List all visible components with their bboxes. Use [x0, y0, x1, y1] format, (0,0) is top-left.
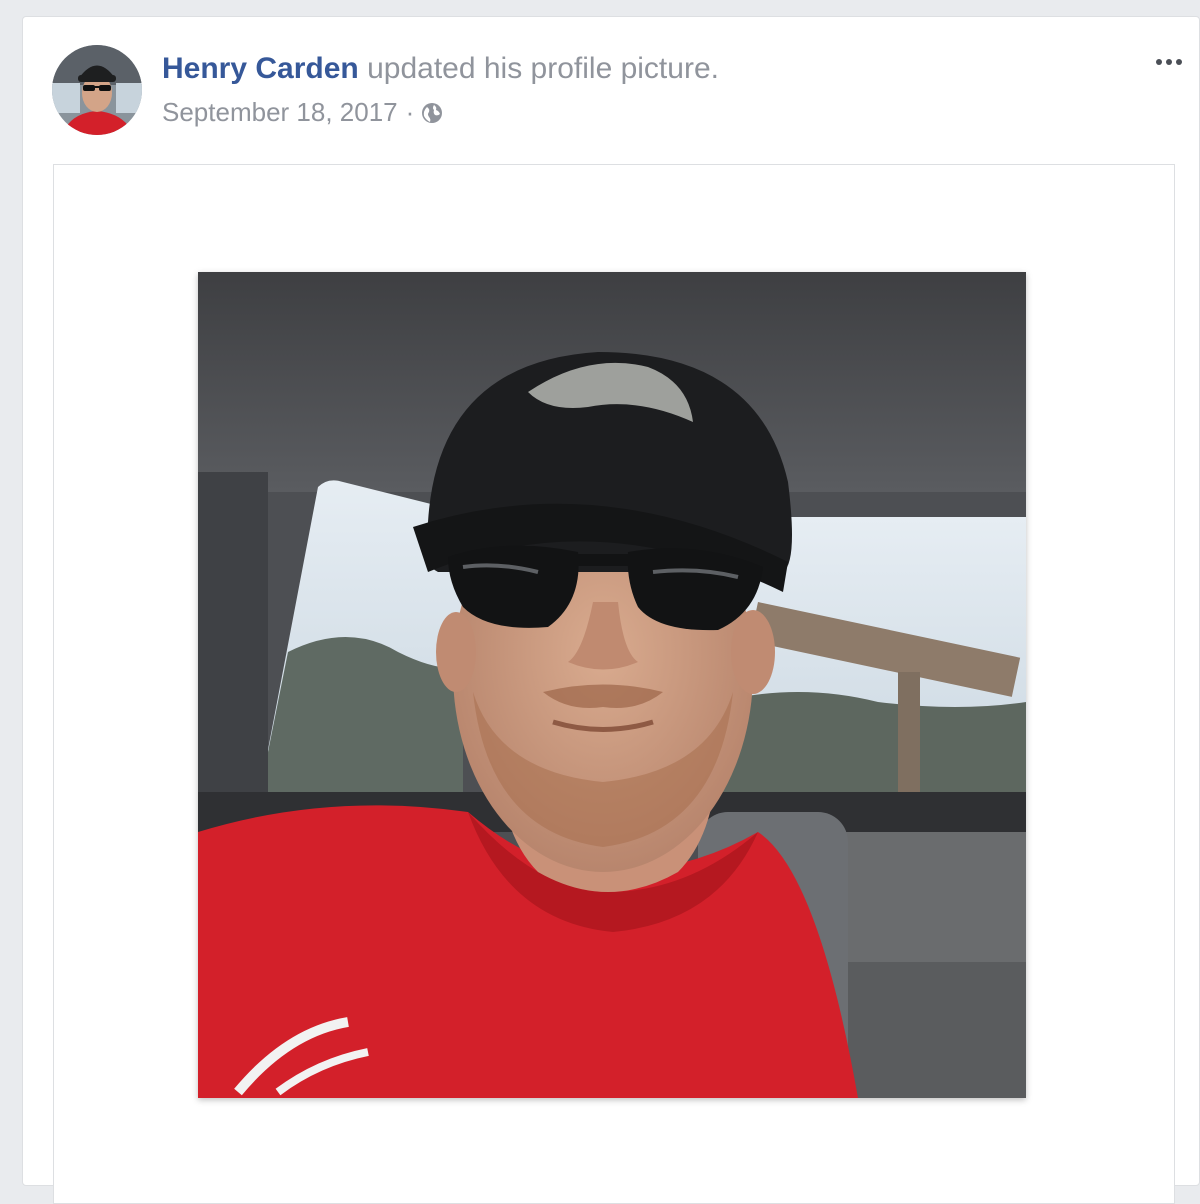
- photo-container: [53, 164, 1175, 1204]
- post-action-text: updated his profile picture.: [367, 52, 719, 85]
- more-options-dot: [1166, 59, 1172, 65]
- more-options-dot: [1156, 59, 1162, 65]
- profile-photo-image: [198, 272, 1026, 1098]
- globe-icon[interactable]: [420, 101, 444, 125]
- post-meta: September 18, 2017 ·: [162, 95, 444, 129]
- meta-separator: ·: [405, 97, 415, 127]
- post-card: Henry Carden updated his profile picture…: [22, 16, 1200, 1204]
- author-avatar[interactable]: [52, 45, 142, 135]
- post-headline: Henry Carden updated his profile picture…: [162, 49, 719, 89]
- post-timestamp[interactable]: September 18, 2017: [162, 95, 398, 129]
- author-name-link[interactable]: Henry Carden: [162, 52, 359, 85]
- profile-photo[interactable]: [198, 272, 1026, 1098]
- more-options-icon[interactable]: [1147, 47, 1191, 77]
- avatar-image: [52, 45, 142, 135]
- more-options-dot: [1176, 59, 1182, 65]
